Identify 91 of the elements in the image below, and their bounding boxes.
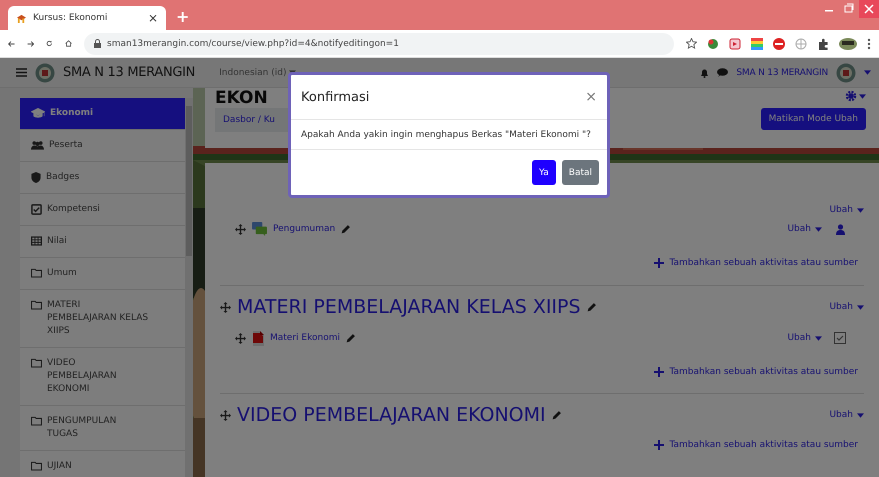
edit-menu[interactable]: Ubah: [787, 333, 822, 343]
edit-menu[interactable]: Ubah: [829, 205, 864, 215]
section-title[interactable]: VIDEO PEMBELAJARAN EKONOMI: [237, 404, 546, 426]
add-activity-link[interactable]: Tambahkan sebuah aktivitas atau sumber: [654, 440, 864, 450]
new-tab-button[interactable]: +: [176, 7, 190, 26]
sidebar-item[interactable]: Nilai: [20, 226, 185, 258]
site-name[interactable]: SMA N 13 MERANGIN: [63, 65, 196, 80]
checkbox-icon[interactable]: [834, 332, 846, 344]
sidebar-item[interactable]: UJIAN: [20, 451, 185, 477]
user-name[interactable]: SMA N 13 MERANGIN: [736, 68, 828, 78]
sidebar-item[interactable]: Umum: [20, 258, 185, 290]
profile-icon[interactable]: [839, 38, 858, 50]
scrollbar-thumb[interactable]: [186, 106, 192, 256]
move-icon[interactable]: [220, 410, 231, 420]
avatar-icon[interactable]: [836, 62, 856, 82]
edit-menu[interactable]: Ubah: [829, 410, 864, 420]
bell-icon[interactable]: [700, 68, 710, 78]
confirm-button[interactable]: Ya: [532, 160, 556, 185]
favicon-icon: [16, 14, 27, 22]
school-logo-icon[interactable]: [35, 62, 55, 82]
pencil-icon[interactable]: [341, 224, 352, 234]
dialog-title: Konfirmasi: [301, 90, 370, 104]
plus-icon: [654, 440, 664, 450]
caret-icon[interactable]: [864, 70, 871, 75]
add-activity-link[interactable]: Tambahkan sebuah aktivitas atau sumber: [654, 258, 864, 268]
sidebar-item[interactable]: Badges: [20, 162, 185, 194]
menu-icon[interactable]: [867, 38, 872, 50]
caret-icon: [857, 412, 864, 418]
forward-icon[interactable]: [27, 38, 34, 48]
plus-icon: [654, 258, 664, 268]
caret-icon: [857, 208, 864, 212]
lock-icon: [94, 39, 102, 48]
checkbox-icon: [31, 204, 42, 215]
dialog-message: Apakah Anda yakin ingin menghapus Berkas "Materi Ekonomi "?: [301, 130, 591, 140]
star-icon[interactable]: [686, 38, 698, 49]
sidebar-item[interactable]: Ekonomi: [20, 98, 185, 130]
close-tab-button[interactable]: ×: [148, 11, 158, 25]
address-bar[interactable]: sman13merangin.com/course/view.php?id=4&notifyeditingon=1: [84, 32, 674, 54]
extension-icon[interactable]: [729, 38, 742, 50]
edit-menu[interactable]: Ubah: [787, 224, 822, 234]
extension-icon[interactable]: [773, 38, 786, 50]
browser-tab[interactable]: Kursus: Ekonomi ×: [8, 6, 166, 30]
sidebar-item[interactable]: MATERI PEMBELAJARAN KELAS XIIPS: [20, 290, 185, 348]
home-icon[interactable]: [64, 38, 72, 49]
section-title[interactable]: MATERI PEMBELAJARAN KELAS XIIPS: [237, 296, 581, 318]
extension-icon[interactable]: [707, 38, 720, 50]
folder-icon: [31, 358, 42, 368]
back-icon[interactable]: [8, 38, 16, 48]
edit-mode-button[interactable]: Matikan Mode Ubah: [760, 108, 866, 130]
cancel-button[interactable]: Batal: [562, 160, 599, 185]
caret-icon[interactable]: [859, 94, 866, 98]
caret-icon: [857, 304, 864, 310]
sidebar-item[interactable]: VIDEO PEMBELAJARAN EKONOMI: [20, 348, 185, 406]
person-icon[interactable]: [836, 224, 844, 234]
folder-icon: [31, 300, 42, 310]
users-icon: [31, 140, 44, 151]
caret-icon: [815, 336, 822, 340]
chat-icon[interactable]: [717, 68, 728, 77]
settings-icon[interactable]: [845, 90, 857, 102]
activity-link[interactable]: Materi Ekonomi: [270, 333, 340, 343]
puzzle-icon[interactable]: [817, 38, 830, 50]
graduation-cap-icon: [31, 108, 45, 119]
edit-menu[interactable]: Ubah: [829, 302, 864, 312]
move-icon[interactable]: [220, 302, 231, 312]
move-icon[interactable]: [235, 224, 246, 234]
plus-icon: [654, 367, 664, 377]
menu-icon[interactable]: [16, 68, 27, 77]
activity-link[interactable]: Pengumuman: [273, 224, 336, 234]
shield-icon: [31, 172, 41, 183]
folder-icon: [31, 461, 42, 471]
sidebar-item[interactable]: Peserta: [20, 130, 185, 162]
reload-icon[interactable]: [46, 38, 53, 49]
table-icon: [31, 236, 42, 246]
pencil-icon[interactable]: [586, 302, 597, 312]
course-title: EKON: [215, 88, 268, 108]
caret-icon: [815, 226, 822, 232]
sidebar-item[interactable]: PENGUMPULAN TUGAS: [20, 406, 185, 451]
pencil-icon[interactable]: [552, 410, 562, 420]
forum-icon: [252, 222, 267, 236]
file-icon: [252, 330, 264, 346]
close-button[interactable]: ×: [585, 89, 597, 105]
close-icon[interactable]: [859, 0, 879, 18]
move-icon[interactable]: [235, 332, 246, 344]
folder-icon: [31, 268, 42, 278]
folder-icon: [31, 416, 42, 426]
sidebar-item[interactable]: Kompetensi: [20, 194, 185, 226]
extension-icon[interactable]: [751, 38, 764, 50]
pencil-icon[interactable]: [346, 333, 356, 343]
add-activity-link[interactable]: Tambahkan sebuah aktivitas atau sumber: [654, 367, 864, 377]
url-text: sman13merangin.com/course/view.php?id=4&notifyeditingon=1: [107, 38, 399, 48]
tab-title: Kursus: Ekonomi: [33, 13, 108, 23]
